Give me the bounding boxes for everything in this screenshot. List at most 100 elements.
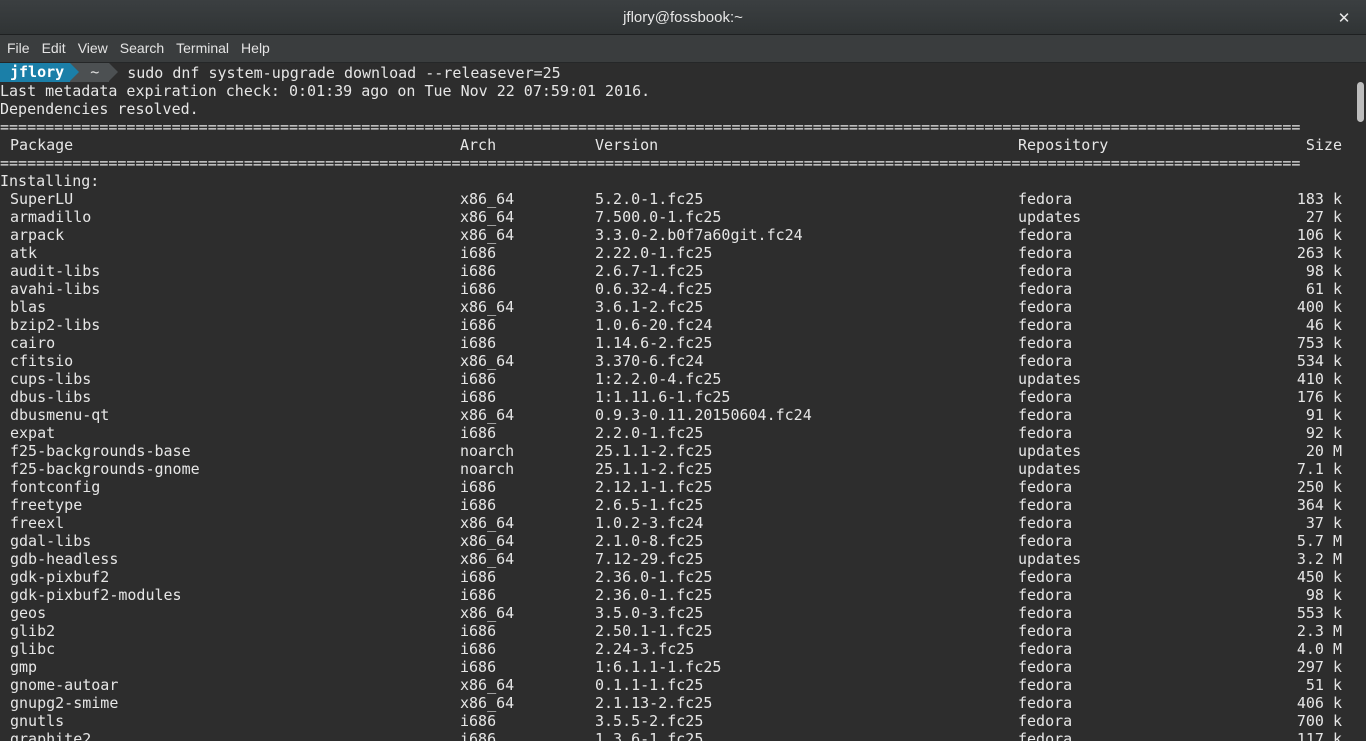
table-row: geos x86_64 3.5.0-3.fc25 fedora 553 k [0, 604, 1354, 622]
package-version: 7.500.0-1.fc25 [595, 208, 722, 226]
package-arch: x86_64 [460, 298, 515, 316]
package-name: gnupg2-smime [10, 694, 119, 712]
package-name: freetype [10, 496, 83, 514]
menu-search[interactable]: Search [114, 35, 170, 62]
package-arch: i686 [460, 622, 497, 640]
close-icon[interactable]: ✕ [1334, 8, 1354, 28]
package-arch: i686 [460, 244, 497, 262]
table-row: cairo i686 1.14.6-2.fc25 fedora 753 k [0, 334, 1354, 352]
package-repository: fedora [1018, 262, 1073, 280]
package-size: 263 k [1296, 244, 1342, 262]
package-size: 700 k [1296, 712, 1342, 730]
menu-edit[interactable]: Edit [36, 35, 72, 62]
package-version: 1.14.6-2.fc25 [595, 334, 713, 352]
menu-file[interactable]: File [1, 35, 36, 62]
package-arch: noarch [460, 460, 515, 478]
package-size: 98 k [1305, 586, 1342, 604]
package-name: freexl [10, 514, 65, 532]
package-repository: fedora [1018, 280, 1073, 298]
package-version: 3.370-6.fc24 [595, 352, 704, 370]
package-version: 0.9.3-0.11.20150604.fc24 [595, 406, 812, 424]
header-size: Size [1305, 136, 1342, 154]
package-repository: updates [1018, 442, 1082, 460]
package-name: audit-libs [10, 262, 101, 280]
package-repository: fedora [1018, 406, 1073, 424]
menu-bar: File Edit View Search Terminal Help [0, 35, 1366, 63]
scrollbar[interactable] [1354, 63, 1366, 741]
package-version: 1:6.1.1-1.fc25 [595, 658, 722, 676]
package-size: 364 k [1296, 496, 1342, 514]
prompt-line: jflory ~ sudo dnf system-upgrade downloa… [0, 63, 1354, 82]
package-repository: fedora [1018, 532, 1073, 550]
package-size: 37 k [1305, 514, 1342, 532]
package-size: 4.0 M [1296, 640, 1342, 658]
package-name: cfitsio [10, 352, 74, 370]
package-arch: i686 [460, 712, 497, 730]
header-arch: Arch [460, 136, 497, 154]
table-row: audit-libs i686 2.6.7-1.fc25 fedora 98 k [0, 262, 1354, 280]
menu-help[interactable]: Help [235, 35, 276, 62]
menu-terminal[interactable]: Terminal [170, 35, 235, 62]
package-size: 250 k [1296, 478, 1342, 496]
package-arch: i686 [460, 370, 497, 388]
package-arch: i686 [460, 316, 497, 334]
package-arch: x86_64 [460, 532, 515, 550]
table-row: gdb-headless x86_64 7.12-29.fc25 updates 3.2… [0, 550, 1354, 568]
package-name: avahi-libs [10, 280, 101, 298]
package-version: 1.0.6-20.fc24 [595, 316, 713, 334]
package-version: 1:1.11.6-1.fc25 [595, 388, 731, 406]
package-size: 117 k [1296, 730, 1342, 741]
package-arch: x86_64 [460, 514, 515, 532]
table-row: graphite2 i686 1.3.6-1.fc25 fedora 117 k [0, 730, 1354, 741]
section-installing: Installing: [0, 172, 100, 190]
package-size: 176 k [1296, 388, 1342, 406]
package-name: dbusmenu-qt [10, 406, 110, 424]
table-row: f25-backgrounds-base noarch 25.1.1-2.fc25 u… [0, 442, 1354, 460]
package-version: 2.24-3.fc25 [595, 640, 695, 658]
table-header: Package Arch Version Repository Size [0, 136, 1354, 154]
menu-view[interactable]: View [72, 35, 114, 62]
package-repository: fedora [1018, 604, 1073, 622]
package-repository: fedora [1018, 622, 1073, 640]
package-arch: x86_64 [460, 208, 515, 226]
scrollbar-thumb[interactable] [1357, 82, 1364, 122]
package-name: gmp [10, 658, 38, 676]
package-size: 553 k [1296, 604, 1342, 622]
package-size: 297 k [1296, 658, 1342, 676]
package-arch: x86_64 [460, 190, 515, 208]
package-repository: fedora [1018, 568, 1073, 586]
package-name: expat [10, 424, 56, 442]
package-arch: i686 [460, 640, 497, 658]
package-name: glib2 [10, 622, 56, 640]
package-version: 3.6.1-2.fc25 [595, 298, 704, 316]
table-row: gdal-libs x86_64 2.1.0-8.fc25 fedora 5.7 M [0, 532, 1354, 550]
package-size: 2.3 M [1296, 622, 1342, 640]
package-repository: fedora [1018, 352, 1073, 370]
table-row: gmp i686 1:6.1.1-1.fc25 fedora 297 k [0, 658, 1354, 676]
package-version: 7.12-29.fc25 [595, 550, 704, 568]
package-size: 410 k [1296, 370, 1342, 388]
package-repository: fedora [1018, 424, 1073, 442]
package-size: 3.2 M [1296, 550, 1342, 568]
package-arch: i686 [460, 262, 497, 280]
prompt-command: sudo dnf system-upgrade download --relea… [127, 63, 561, 82]
package-size: 92 k [1305, 424, 1342, 442]
package-size: 98 k [1305, 262, 1342, 280]
terminal-output[interactable]: jflory ~ sudo dnf system-upgrade downloa… [0, 63, 1354, 741]
package-name: blas [10, 298, 47, 316]
separator-top: ========================================… [0, 118, 1301, 136]
package-version: 1.3.6-1.fc25 [595, 730, 704, 741]
package-version: 25.1.1-2.fc25 [595, 460, 713, 478]
package-name: dbus-libs [10, 388, 92, 406]
package-name: cups-libs [10, 370, 92, 388]
package-arch: x86_64 [460, 226, 515, 244]
package-arch: i686 [460, 568, 497, 586]
package-size: 61 k [1305, 280, 1342, 298]
package-name: f25-backgrounds-base [10, 442, 191, 460]
package-size: 106 k [1296, 226, 1342, 244]
title-bar[interactable]: jflory@fossbook:~ ✕ [0, 0, 1366, 35]
package-name: atk [10, 244, 38, 262]
table-row: gdk-pixbuf2 i686 2.36.0-1.fc25 fedora 450 k [0, 568, 1354, 586]
package-repository: updates [1018, 370, 1082, 388]
package-arch: x86_64 [460, 550, 515, 568]
